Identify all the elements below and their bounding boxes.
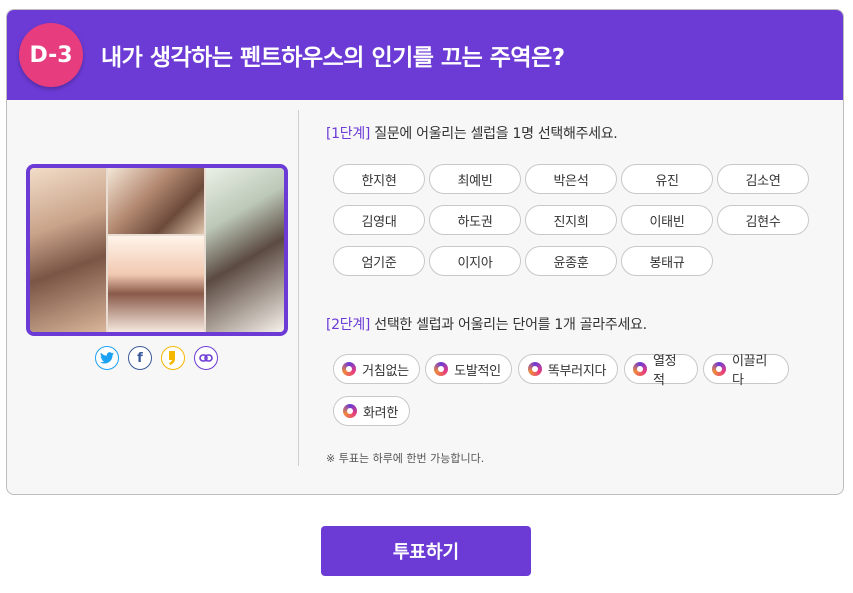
kakaostory-share-button[interactable] bbox=[161, 346, 185, 370]
image-panel: f bbox=[7, 100, 305, 494]
word-circle-icon bbox=[712, 362, 726, 376]
celeb-option[interactable]: 엄기준 bbox=[333, 246, 425, 276]
word-circle-icon bbox=[342, 362, 357, 376]
vote-card: D-3 내가 생각하는 펜트하우스의 인기를 끄는 주역은? f bbox=[6, 9, 844, 495]
celeb-option[interactable]: 이지아 bbox=[429, 246, 521, 276]
drama-photo bbox=[26, 164, 288, 336]
celeb-option[interactable]: 봉태규 bbox=[621, 246, 713, 276]
step1-tag: [1단계] bbox=[326, 126, 371, 142]
word-label: 화려한 bbox=[363, 405, 398, 421]
word-option[interactable]: 똑부러지다 bbox=[518, 354, 618, 384]
word-circle-icon bbox=[527, 362, 542, 376]
word-option[interactable]: 열정적 bbox=[624, 354, 698, 388]
word-label: 거침없는 bbox=[362, 363, 409, 379]
step1-instruction: [1단계] 질문에 어울리는 셀럽을 1명 선택해주세요. bbox=[326, 123, 618, 143]
step2-tag: [2단계] bbox=[326, 317, 371, 333]
word-label: 도발적인 bbox=[454, 363, 501, 379]
facebook-icon: f bbox=[137, 350, 143, 366]
celeb-option[interactable]: 최예빈 bbox=[429, 164, 521, 194]
word-option[interactable]: 거침없는 bbox=[333, 354, 420, 384]
photo-tile bbox=[30, 168, 106, 332]
word-option[interactable]: 도발적인 bbox=[425, 354, 512, 384]
word-circle-icon bbox=[343, 404, 357, 418]
twitter-icon bbox=[100, 352, 114, 364]
celeb-option[interactable]: 박은석 bbox=[525, 164, 617, 194]
word-circle-icon bbox=[633, 362, 647, 376]
link-icon bbox=[199, 354, 213, 362]
word-option[interactable]: 이끌리다 bbox=[703, 354, 789, 388]
link-share-button[interactable] bbox=[194, 346, 218, 370]
word-label: 이끌리다 bbox=[732, 354, 767, 388]
word-option[interactable]: 화려한 bbox=[333, 396, 410, 426]
celeb-option[interactable]: 한지현 bbox=[333, 164, 425, 194]
facebook-share-button[interactable]: f bbox=[128, 346, 152, 370]
celeb-option[interactable]: 유진 bbox=[621, 164, 713, 194]
vote-limit-note: ※ 투표는 하루에 한번 가능합니다. bbox=[326, 452, 485, 465]
celeb-option[interactable]: 김영대 bbox=[333, 205, 425, 235]
word-label: 똑부러지다 bbox=[547, 363, 607, 379]
word-label: 열정적 bbox=[653, 354, 677, 388]
celeb-option[interactable]: 김현수 bbox=[717, 205, 809, 235]
celeb-option[interactable]: 이태빈 bbox=[621, 205, 713, 235]
celeb-option[interactable]: 진지희 bbox=[525, 205, 617, 235]
photo-tile bbox=[108, 168, 204, 234]
panel-divider bbox=[298, 110, 299, 466]
photo-tile bbox=[108, 236, 204, 332]
vote-button[interactable]: 투표하기 bbox=[321, 526, 531, 576]
word-circle-icon bbox=[434, 362, 449, 376]
step2-text: 선택한 셀럽과 어울리는 단어를 1개 골라주세요. bbox=[370, 317, 647, 333]
celeb-option[interactable]: 윤종훈 bbox=[525, 246, 617, 276]
card-header: D-3 내가 생각하는 펜트하우스의 인기를 끄는 주역은? bbox=[7, 10, 843, 100]
step2-instruction: [2단계] 선택한 셀럽과 어울리는 단어를 1개 골라주세요. bbox=[326, 314, 647, 334]
celeb-option[interactable]: 하도권 bbox=[429, 205, 521, 235]
step1-text: 질문에 어울리는 셀럽을 1명 선택해주세요. bbox=[370, 126, 618, 142]
kakaostory-icon bbox=[169, 351, 175, 365]
d-day-badge: D-3 bbox=[19, 23, 83, 87]
photo-tile bbox=[206, 168, 284, 332]
question-title: 내가 생각하는 펜트하우스의 인기를 끄는 주역은? bbox=[101, 45, 565, 71]
celeb-option[interactable]: 김소연 bbox=[717, 164, 809, 194]
twitter-share-button[interactable] bbox=[95, 346, 119, 370]
